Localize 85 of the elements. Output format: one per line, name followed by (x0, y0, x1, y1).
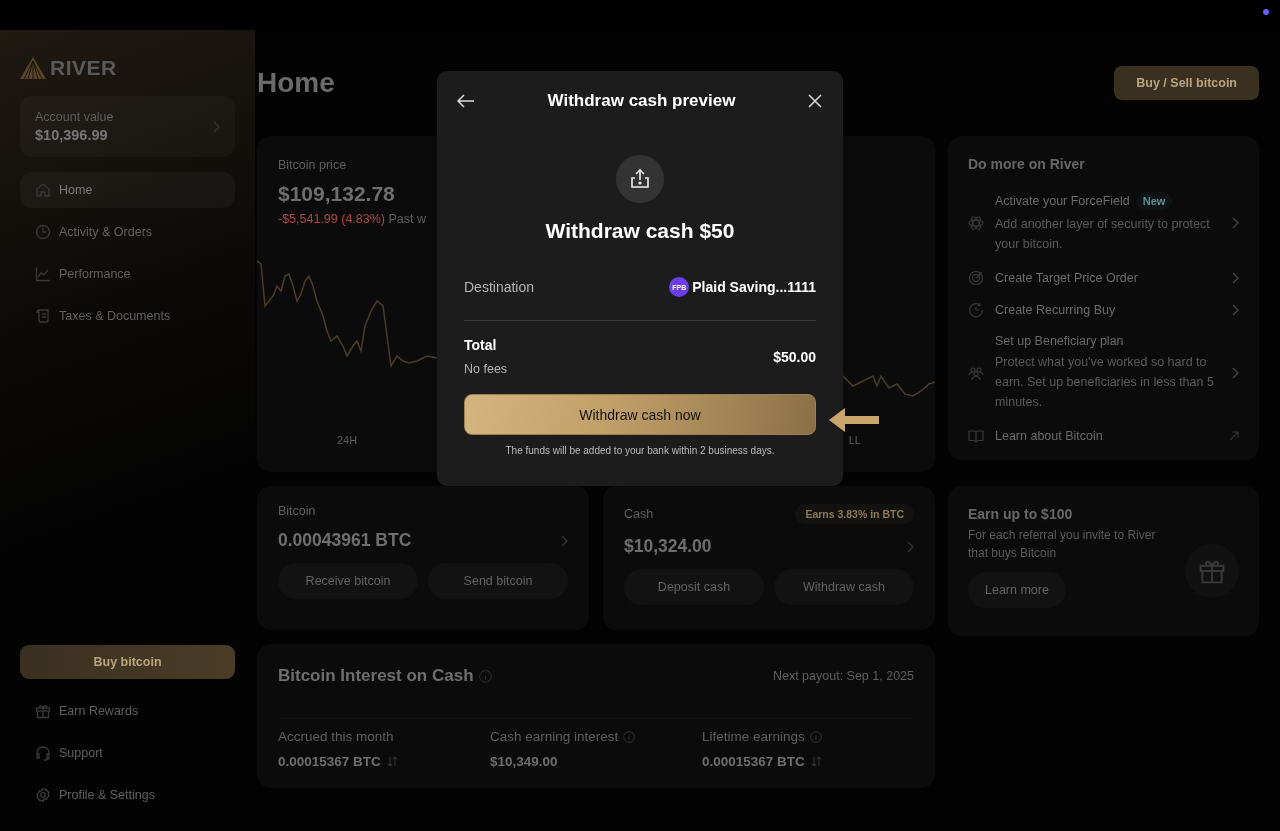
learn-more-button[interactable]: Learn more (968, 572, 1066, 608)
bitcoin-price: $109,132.78 (277, 182, 396, 206)
funds-note: The funds will be added to your bank within 2 business days. (504, 445, 776, 456)
destination-account: Plaid Saving...1111 (692, 279, 816, 295)
nav-item[interactable]: Profile & Settings (20, 777, 235, 813)
referral-title: Earn up to $100 (968, 506, 1074, 522)
item-title: Set up Beneficiary plan (995, 334, 1124, 348)
action-button[interactable]: Receive bitcoin (278, 563, 418, 599)
interest-badge: Earns 3.83% in BTC (795, 504, 914, 524)
stat-label: Accrued this month (278, 729, 394, 744)
nav-item[interactable]: Earn Rewards (20, 693, 235, 729)
new-badge: New (1135, 192, 1173, 210)
range-tab[interactable]: 24H (337, 434, 358, 446)
chevron-icon (212, 120, 220, 133)
stat-value: $10,349.00 (490, 754, 558, 769)
chevron-icon (906, 540, 914, 553)
account-label: Account value (35, 110, 114, 124)
home-icon (35, 182, 51, 198)
status-dot-icon (1263, 9, 1269, 15)
atom-icon (968, 215, 984, 231)
action-button[interactable]: Withdraw cash (774, 569, 914, 605)
balance-label: Cash (624, 507, 654, 521)
next-payout: Next payout: Sep 1, 2025 (772, 669, 914, 683)
document-icon (35, 308, 51, 324)
pointer-arrow-icon (827, 406, 881, 434)
upload-icon (616, 155, 664, 203)
balance-value: $10,324.00 (624, 536, 712, 557)
item-description: Add another layer of security to protect your bitcoin. (995, 216, 1211, 253)
headset-icon (35, 745, 51, 761)
action-list-item[interactable]: Set up Beneficiary plan Protect what you've worked so hard to earn. Set up beneficiaries in less than 5 minutes. (968, 326, 1239, 420)
action-list-item[interactable]: Create Recurring Buy (968, 294, 1239, 326)
gear-icon (35, 787, 51, 803)
buy-bitcoin-button[interactable]: Buy bitcoin (20, 645, 235, 679)
chevron-icon (560, 534, 568, 547)
destination-label: Destination (464, 279, 535, 295)
target-icon (968, 270, 984, 286)
close-icon[interactable] (808, 94, 822, 108)
range-tab[interactable]: LL (848, 434, 861, 446)
dialog-title: Withdraw cash preview (547, 91, 736, 111)
item-title: Learn about Bitcoin (995, 429, 1103, 443)
stat-label: Cash earning interest (490, 729, 619, 744)
withdraw-now-button[interactable]: Withdraw cash now (464, 394, 816, 435)
action-list-item[interactable]: Activate your ForceField New Add another layer of security to protect your bitcoin. (968, 184, 1239, 262)
do-more-title: Do more on River (968, 156, 1086, 172)
action-button[interactable]: Deposit cash (624, 569, 764, 605)
total-amount: $50.00 (773, 348, 816, 365)
item-title: Create Recurring Buy (995, 303, 1116, 317)
fees-text: No fees (464, 362, 508, 376)
logo-text: RIVER (50, 56, 117, 80)
nav-item[interactable]: Support (20, 735, 235, 771)
action-list-item[interactable]: Learn about Bitcoin (968, 420, 1239, 452)
page-title: Home (257, 67, 335, 99)
item-title: Create Target Price Order (995, 271, 1138, 285)
action-list-item[interactable]: Create Target Price Order (968, 262, 1239, 294)
nav-item[interactable]: Performance (20, 256, 235, 292)
stat-label: Lifetime earnings (702, 729, 805, 744)
price-label: Bitcoin price (277, 158, 348, 172)
gift-icon (35, 703, 51, 719)
interest-title: Bitcoin Interest on Cash (278, 666, 474, 686)
balance-label: Bitcoin (278, 504, 316, 518)
chart-icon (35, 266, 51, 282)
nav-item[interactable]: Home (20, 172, 235, 208)
nav-item[interactable]: Taxes & Documents (20, 298, 235, 334)
account-value-card[interactable]: Account value $10,396.99 (20, 96, 235, 157)
item-title: Activate your ForceField (995, 194, 1130, 208)
logo-icon (20, 57, 46, 79)
action-button[interactable]: Send bitcoin (428, 563, 568, 599)
referral-text: For each referral you invite to River that buys Bitcoin (968, 527, 1157, 562)
stat-value: 0.00015367 BTC (278, 754, 381, 769)
change-period: Past w (388, 212, 426, 226)
price-change: -$5,541.99 (4.83%) (278, 212, 385, 226)
info-icon (478, 669, 492, 683)
people-icon (968, 365, 984, 381)
item-description: Protect what you've worked so hard to earn. Set up beneficiaries in less than 5 minutes. (995, 354, 1215, 411)
nav-item[interactable]: Activity & Orders (20, 214, 235, 250)
clock-icon (35, 224, 51, 240)
back-arrow-icon[interactable] (457, 94, 475, 108)
buy-sell-button[interactable]: Buy / Sell bitcoin (1114, 66, 1259, 100)
total-label: Total (464, 337, 498, 353)
recurring-icon (968, 302, 984, 318)
stat-value: 0.00015367 BTC (702, 754, 805, 769)
withdraw-heading: Withdraw cash $50 (544, 219, 736, 243)
balance-value: 0.00043961 BTC (278, 530, 412, 551)
account-value: $10,396.99 (35, 127, 109, 143)
book-icon (968, 428, 984, 444)
